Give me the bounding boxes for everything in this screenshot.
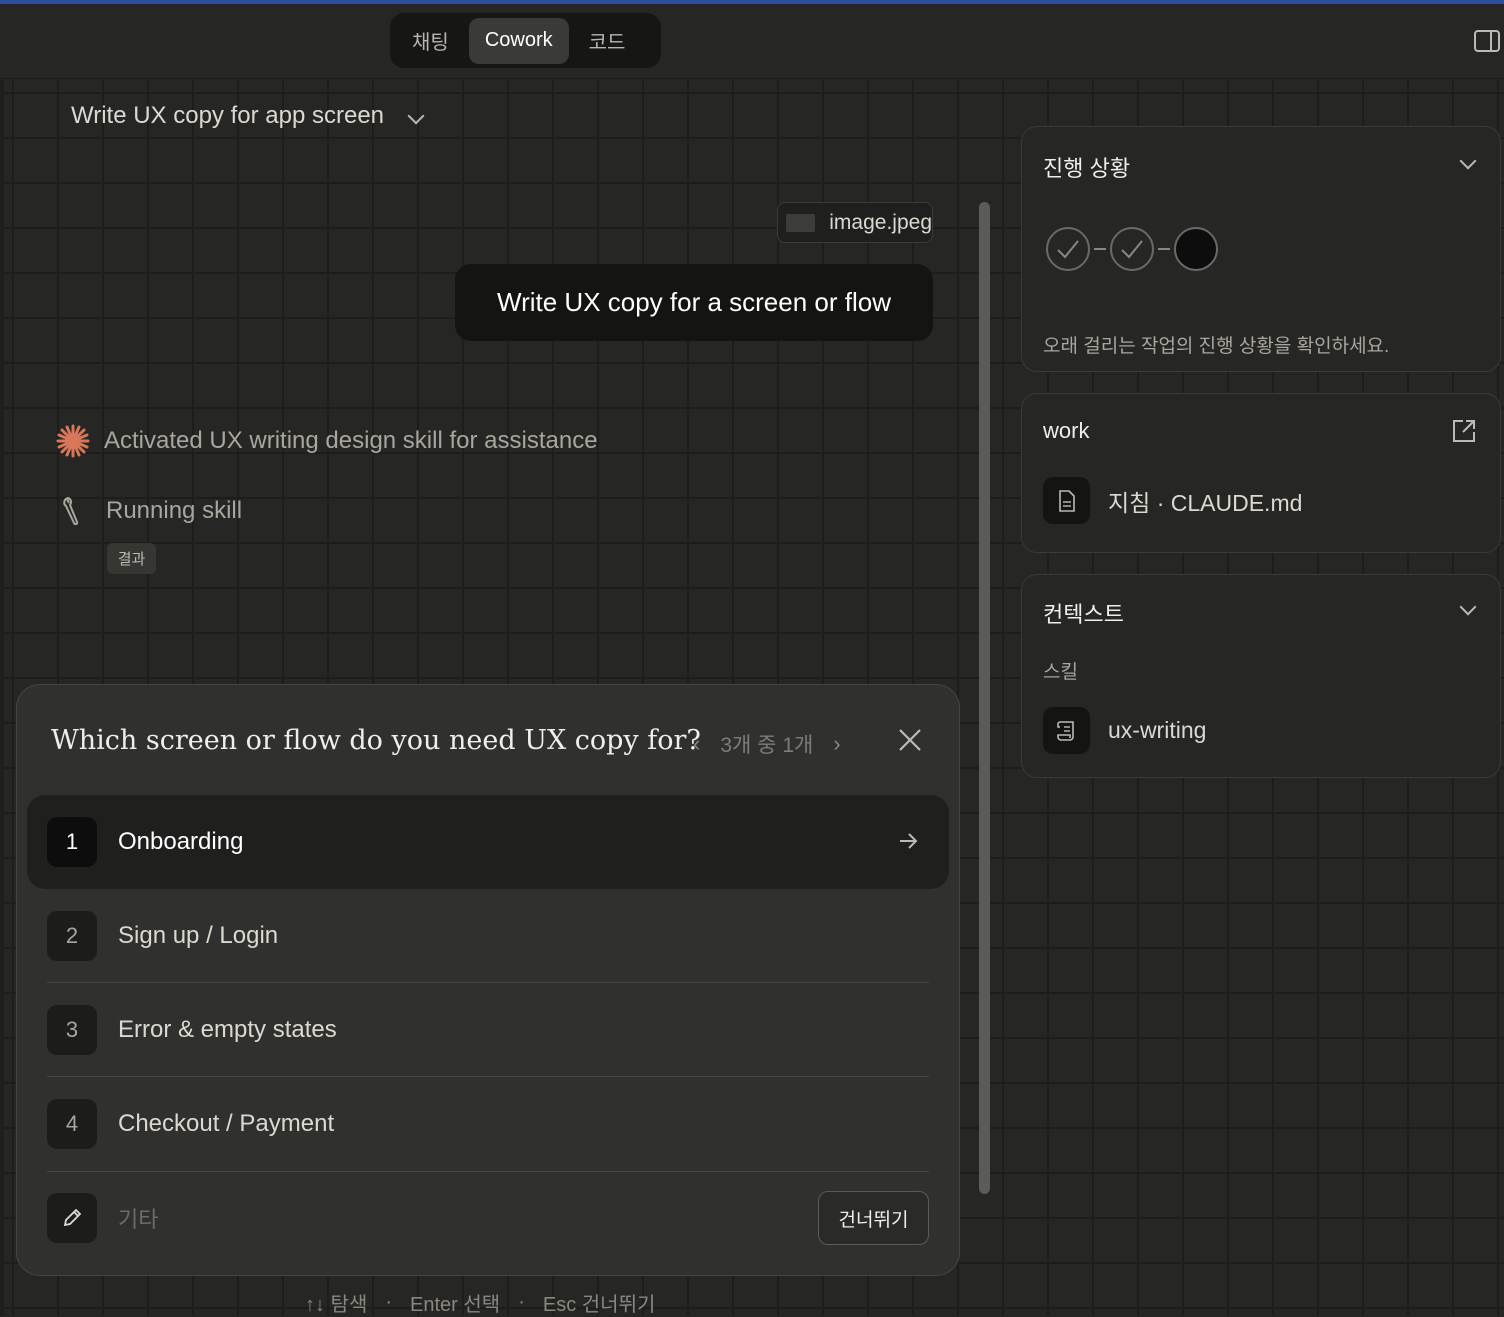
skills-section-label: 스킬 xyxy=(1043,662,1078,683)
sidebar-toggle-icon[interactable] xyxy=(1474,30,1500,52)
hint-separator: · xyxy=(385,1291,393,1313)
work-title: work xyxy=(1043,418,1090,443)
window-strip xyxy=(0,0,1504,4)
step-done-icon xyxy=(1110,227,1154,271)
option-label: Error & empty states xyxy=(118,1016,337,1043)
attachment-name: image.jpeg xyxy=(829,210,932,234)
tab-code[interactable]: 코드 xyxy=(573,18,642,64)
activity-status: Activated UX writing design skill for as… xyxy=(56,424,598,458)
hint-separator: · xyxy=(518,1291,525,1313)
file-name: 지침 · CLAUDE.md xyxy=(1108,489,1303,516)
running-skill-row[interactable]: Running skill xyxy=(60,496,242,526)
option-checkout-payment[interactable]: 4 Checkout / Payment xyxy=(47,1077,929,1171)
hint-select: Enter 선택 xyxy=(410,1294,501,1316)
chevron-down-icon[interactable] xyxy=(1459,598,1477,616)
step-pending-icon xyxy=(1174,227,1218,271)
step-connector xyxy=(1158,248,1170,250)
running-skill-text: Running skill xyxy=(106,497,243,524)
result-chip[interactable]: 결과 xyxy=(107,543,156,574)
pencil-icon-box xyxy=(47,1193,97,1243)
close-icon[interactable] xyxy=(897,727,923,753)
step-connector xyxy=(1094,248,1106,250)
skill-item[interactable]: ux-writing xyxy=(1043,707,1206,754)
tab-chat[interactable]: 채팅 xyxy=(396,18,465,64)
skip-button[interactable]: 건너뛰기 xyxy=(818,1191,929,1245)
other-input[interactable]: 기타 xyxy=(118,1202,158,1234)
option-number: 1 xyxy=(47,817,97,867)
image-thumbnail xyxy=(786,213,816,232)
keyboard-hints: ↑↓ 탐색 · Enter 선택 · Esc 건너뛰기 xyxy=(305,1288,655,1317)
arrow-right-icon xyxy=(900,833,918,849)
skill-name: ux-writing xyxy=(1108,717,1207,743)
progress-steps xyxy=(1046,227,1218,271)
tab-cowork[interactable]: Cowork xyxy=(468,17,569,64)
activity-text: Activated UX writing design skill for as… xyxy=(104,427,598,454)
question-pager: ‹ 3개 중 1개 › xyxy=(693,729,841,759)
conversation-title-text: Write UX copy for app screen xyxy=(71,102,385,129)
hint-navigate: ↑↓ 탐색 xyxy=(305,1294,368,1316)
question-card: Which screen or flow do you need UX copy… xyxy=(16,684,960,1276)
file-icon-box xyxy=(1043,477,1090,524)
pencil-icon xyxy=(63,1208,82,1227)
file-item[interactable]: 지침 · CLAUDE.md xyxy=(1043,477,1302,524)
option-label: Sign up / Login xyxy=(118,922,279,949)
option-other[interactable]: 기타 xyxy=(47,1171,929,1265)
conversation-title[interactable]: Write UX copy for app screen xyxy=(71,102,425,130)
document-icon xyxy=(1058,489,1075,512)
chevron-down-icon[interactable] xyxy=(1459,152,1477,170)
chevron-down-icon xyxy=(407,107,425,125)
chevron-right-icon[interactable]: › xyxy=(833,731,840,757)
option-onboarding[interactable]: 1 Onboarding xyxy=(27,795,949,889)
progress-note: 오래 걸리는 작업의 진행 상황을 확인하세요. xyxy=(1043,336,1390,357)
scrollbar[interactable] xyxy=(979,202,990,1194)
option-error-empty[interactable]: 3 Error & empty states xyxy=(47,983,929,1077)
user-message: Write UX copy for a screen or flow xyxy=(455,264,933,341)
work-panel: work 지침 · CLAUDE.md xyxy=(1021,393,1501,553)
progress-panel: 진행 상황 오래 걸리는 작업의 진행 상황을 확인하세요. xyxy=(1021,126,1501,372)
hint-skip: Esc 건너뛰기 xyxy=(542,1294,656,1316)
claude-burst-icon xyxy=(56,424,90,458)
skill-icon-box xyxy=(1043,707,1090,754)
progress-title: 진행 상황 xyxy=(1043,156,1131,181)
chevron-left-icon[interactable]: ‹ xyxy=(693,731,700,757)
user-message-text: Write UX copy for a screen or flow xyxy=(497,287,891,317)
option-number: 4 xyxy=(47,1099,97,1149)
attachment-chip[interactable]: image.jpeg xyxy=(777,202,933,243)
top-bar: 채팅 Cowork 코드 xyxy=(0,0,1504,79)
option-number: 3 xyxy=(47,1005,97,1055)
open-external-icon[interactable] xyxy=(1451,418,1477,444)
option-signup-login[interactable]: 2 Sign up / Login xyxy=(47,889,929,983)
question-title: Which screen or flow do you need UX copy… xyxy=(51,725,701,756)
context-title: 컨텍스트 xyxy=(1043,602,1124,627)
step-done-icon xyxy=(1046,227,1090,271)
option-label: Checkout / Payment xyxy=(118,1110,335,1137)
context-panel: 컨텍스트 스킬 ux-writing xyxy=(1021,574,1501,778)
wrench-icon xyxy=(63,496,79,526)
scroll-icon xyxy=(1056,720,1074,741)
option-number: 2 xyxy=(47,911,97,961)
pager-text: 3개 중 1개 xyxy=(720,734,814,757)
mode-switch: 채팅 Cowork 코드 xyxy=(390,13,661,68)
option-label: Onboarding xyxy=(118,828,244,855)
